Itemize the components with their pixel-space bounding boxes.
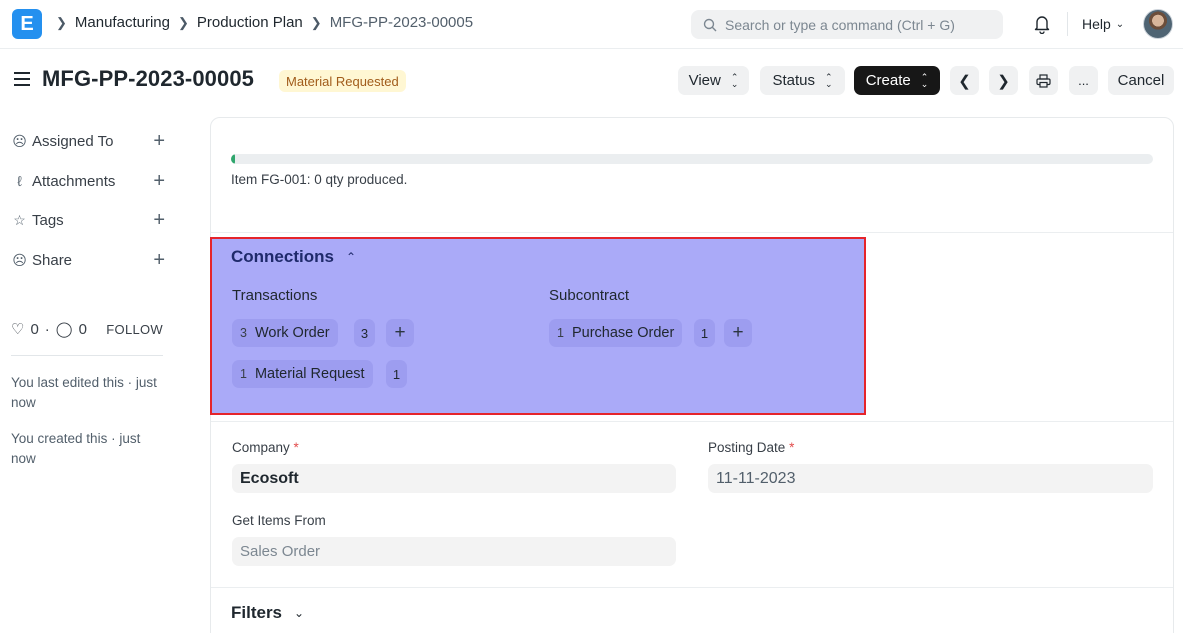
posting-date-field[interactable]: 11-11-2023 (708, 464, 1153, 493)
more-actions-button[interactable]: ... (1069, 66, 1098, 95)
posting-date-label: Posting Date * (708, 440, 795, 455)
search-input[interactable]: Search or type a command (Ctrl + G) (691, 10, 1003, 39)
breadcrumb-production-plan[interactable]: Production Plan (197, 14, 303, 31)
get-items-from-label: Get Items From (232, 513, 326, 528)
company-label: Company * (232, 440, 299, 455)
breadcrumb-current: MFG-PP-2023-00005 (329, 14, 474, 31)
sort-icon: ⌃ ⌄ (730, 71, 739, 89)
last-edited-note: You last edited this · just now (11, 375, 157, 410)
sidebar-item-share[interactable]: ☹ Share + (11, 249, 165, 271)
status-button[interactable]: Status ⌃ ⌄ (760, 66, 845, 95)
filters-header[interactable]: Filters ⌄ (231, 603, 304, 623)
subcontract-group-label: Subcontract (549, 287, 630, 304)
likes-count: 0 (30, 320, 39, 338)
sort-icon: ⌃ ⌄ (920, 71, 929, 89)
plus-icon: + (732, 322, 744, 343)
chevron-up-icon: ⌃ (345, 250, 357, 264)
section-divider (211, 232, 1173, 233)
plus-icon: + (394, 322, 406, 343)
add-tag-icon[interactable]: + (153, 209, 165, 231)
ellipsis-icon: ... (1078, 73, 1089, 88)
sidebar-divider (11, 355, 163, 356)
chevron-down-icon: ⌄ (1115, 18, 1125, 30)
likes-comments-bar: ♡ 0 · ◯ 0 FOLLOW (11, 320, 163, 339)
transactions-group-label: Transactions (232, 287, 318, 304)
chevron-right-icon: ❯ (997, 72, 1010, 90)
chevron-right-icon: ❯ (56, 14, 67, 30)
notification-bell-icon[interactable] (1033, 14, 1051, 34)
work-order-count: 3 (240, 326, 247, 340)
work-order-badge[interactable]: 3 (354, 319, 375, 347)
sort-icon: ⌃ ⌄ (824, 71, 833, 89)
search-placeholder: Search or type a command (Ctrl + G) (725, 16, 955, 33)
cancel-button[interactable]: Cancel (1108, 66, 1174, 95)
paperclip-icon: ℓ (17, 173, 22, 189)
create-button[interactable]: Create ⌃ ⌄ (854, 66, 940, 95)
production-progress-bar (231, 154, 1153, 164)
user-avatar[interactable] (1143, 9, 1173, 39)
purchase-order-link[interactable]: 1 Purchase Order (549, 319, 683, 347)
sidebar-item-attachments[interactable]: ℓ Attachments + (11, 170, 165, 192)
sidebar-item-tags[interactable]: ☆ Tags + (11, 209, 165, 231)
add-share-icon[interactable]: + (153, 249, 165, 271)
add-attachment-icon[interactable]: + (153, 170, 165, 192)
chevron-right-icon: ❯ (310, 14, 322, 30)
breadcrumb: ❯ Manufacturing ❯ Production Plan ❯ MFG-… (56, 14, 473, 31)
assign-icon: ☹ (12, 132, 27, 149)
tag-icon: ☆ (13, 211, 26, 228)
created-note: You created this · just now (11, 431, 141, 466)
section-divider (211, 587, 1173, 588)
chevron-left-icon: ❮ (958, 72, 971, 90)
material-request-count: 1 (240, 367, 247, 381)
page-title: MFG-PP-2023-00005 (42, 66, 255, 91)
material-request-badge[interactable]: 1 (386, 360, 407, 388)
status-badge: Material Requested (279, 70, 406, 92)
next-record-button[interactable]: ❯ (989, 66, 1018, 95)
printer-icon (1036, 73, 1051, 88)
progress-fill (231, 154, 235, 164)
sidebar-toggle-icon[interactable] (14, 72, 30, 86)
navbar-divider (1067, 12, 1068, 36)
chevron-down-icon: ⌄ (294, 606, 305, 620)
purchase-order-badge[interactable]: 1 (694, 319, 715, 347)
view-button[interactable]: View ⌃ ⌄ (678, 66, 749, 95)
work-order-link[interactable]: 3 Work Order (232, 319, 338, 347)
company-field[interactable]: Ecosoft (232, 464, 676, 493)
section-divider (211, 421, 1173, 422)
follow-button[interactable]: FOLLOW (106, 322, 163, 337)
comments-count: 0 (78, 320, 87, 338)
required-marker: * (293, 440, 299, 455)
material-request-link[interactable]: 1 Material Request (232, 360, 373, 388)
top-navbar: E ❯ Manufacturing ❯ Production Plan ❯ MF… (0, 0, 1183, 49)
connections-header[interactable]: Connections ⌃ (231, 247, 356, 267)
breadcrumb-manufacturing[interactable]: Manufacturing (75, 14, 170, 31)
comment-icon[interactable]: ◯ (56, 320, 73, 338)
share-icon: ☹ (12, 251, 27, 268)
progress-text: Item FG-001: 0 qty produced. (231, 172, 408, 187)
add-purchase-order-button[interactable]: + (724, 319, 752, 347)
search-icon (703, 18, 717, 31)
required-marker: * (789, 440, 795, 455)
get-items-from-field[interactable]: Sales Order (232, 537, 676, 566)
purchase-order-count: 1 (557, 326, 564, 340)
heart-icon[interactable]: ♡ (11, 320, 24, 338)
print-button[interactable] (1029, 66, 1058, 95)
app-logo[interactable]: E (12, 9, 42, 39)
add-work-order-button[interactable]: + (386, 319, 414, 347)
help-menu[interactable]: Help ⌄ (1082, 16, 1124, 32)
add-assignment-icon[interactable]: + (153, 130, 165, 152)
previous-record-button[interactable]: ❮ (950, 66, 979, 95)
sidebar-item-assigned-to[interactable]: ☹ Assigned To + (11, 130, 165, 152)
chevron-right-icon: ❯ (177, 14, 189, 30)
